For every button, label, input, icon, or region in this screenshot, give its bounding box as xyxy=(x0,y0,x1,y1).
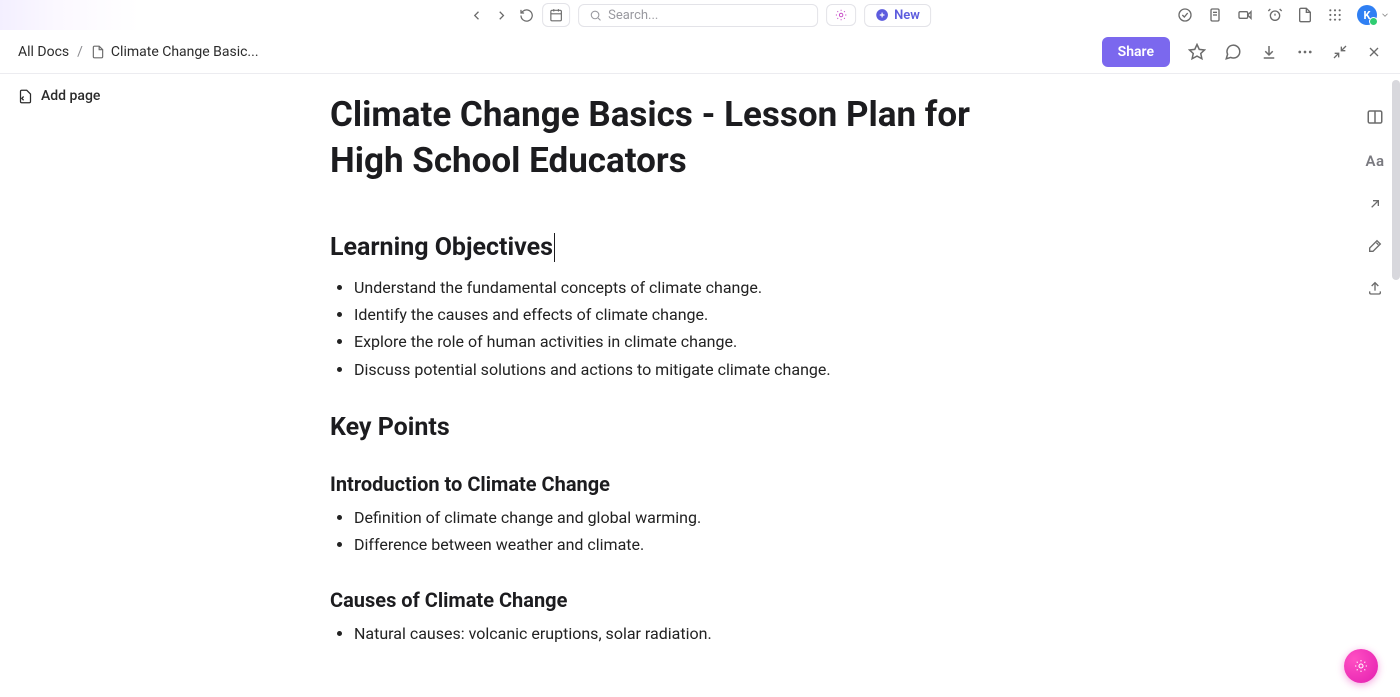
list-item[interactable]: Discuss potential solutions and actions … xyxy=(354,356,990,383)
list-item[interactable]: Understand the fundamental concepts of c… xyxy=(354,274,990,301)
apps-grid-icon[interactable] xyxy=(1327,7,1343,23)
top-center-controls: Search... New xyxy=(469,3,931,27)
search-icon xyxy=(589,9,602,22)
font-style-button[interactable]: Aa xyxy=(1365,152,1384,170)
notepad-icon[interactable] xyxy=(1207,7,1223,23)
search-input[interactable]: Search... xyxy=(578,4,818,27)
share-button-label: Share xyxy=(1118,44,1154,60)
alarm-icon[interactable] xyxy=(1267,7,1283,23)
list-item[interactable]: Definition of climate change and global … xyxy=(354,504,990,531)
new-button[interactable]: New xyxy=(864,4,931,27)
breadcrumb: All Docs / Climate Change Basic... xyxy=(18,44,259,60)
layout-icon[interactable] xyxy=(1366,108,1384,126)
download-icon[interactable] xyxy=(1260,43,1278,61)
sub-right-controls: Share xyxy=(1102,37,1382,67)
breadcrumb-root[interactable]: All Docs xyxy=(18,44,69,60)
new-button-label: New xyxy=(894,8,920,23)
app-top-bar: Search... New K xyxy=(0,0,1400,30)
list-item[interactable]: Natural causes: volcanic eruptions, sola… xyxy=(354,620,990,647)
calendar-icon[interactable] xyxy=(542,3,570,27)
chevron-down-icon[interactable] xyxy=(1380,10,1390,20)
main-area: Add page Climate Change Basics - Lesson … xyxy=(0,74,1400,697)
avatar[interactable]: K xyxy=(1357,5,1377,25)
star-icon[interactable] xyxy=(1188,43,1206,61)
close-icon[interactable] xyxy=(1366,44,1382,60)
avatar-initial: K xyxy=(1364,9,1371,22)
document-content: Climate Change Basics - Lesson Plan for … xyxy=(330,92,990,647)
ai-button[interactable] xyxy=(826,4,856,26)
back-icon[interactable] xyxy=(469,8,484,23)
document-icon xyxy=(91,45,105,59)
wand-icon[interactable] xyxy=(1367,238,1383,254)
doc-icon[interactable] xyxy=(1297,7,1313,23)
upload-icon[interactable] xyxy=(1367,280,1383,296)
list-intro: Definition of climate change and global … xyxy=(330,504,990,558)
document-body[interactable]: Climate Change Basics - Lesson Plan for … xyxy=(240,74,1400,697)
record-icon[interactable] xyxy=(1237,7,1253,23)
heading-intro[interactable]: Introduction to Climate Change xyxy=(330,472,990,496)
more-icon[interactable] xyxy=(1296,43,1314,61)
nav-arrows xyxy=(469,8,534,23)
heading-causes[interactable]: Causes of Climate Change xyxy=(330,588,990,612)
scrollbar[interactable] xyxy=(1392,80,1400,280)
list-causes: Natural causes: volcanic eruptions, sola… xyxy=(330,620,990,647)
share-button[interactable]: Share xyxy=(1102,37,1170,67)
check-circle-icon[interactable] xyxy=(1177,7,1193,23)
breadcrumb-current[interactable]: Climate Change Basic... xyxy=(91,44,259,60)
plus-circle-icon xyxy=(875,8,889,22)
heading-key-points[interactable]: Key Points xyxy=(330,413,990,442)
ai-fab-button[interactable] xyxy=(1344,649,1378,683)
heading-learning-objectives[interactable]: Learning Objectives xyxy=(330,233,990,262)
history-icon[interactable] xyxy=(519,8,534,23)
sub-header: All Docs / Climate Change Basic... Share xyxy=(0,30,1400,74)
list-item[interactable]: Explore the role of human activities in … xyxy=(354,328,990,355)
breadcrumb-current-label: Climate Change Basic... xyxy=(111,44,259,60)
page-title[interactable]: Climate Change Basics - Lesson Plan for … xyxy=(330,92,990,183)
ai-sparkle-icon xyxy=(834,8,848,22)
add-page-label: Add page xyxy=(41,88,100,104)
list-item[interactable]: Difference between weather and climate. xyxy=(354,531,990,558)
breadcrumb-separator: / xyxy=(77,44,83,60)
add-page-button[interactable]: Add page xyxy=(18,88,222,104)
list-learning-objectives: Understand the fundamental concepts of c… xyxy=(330,274,990,383)
top-right-controls: K xyxy=(1177,5,1390,25)
search-placeholder: Search... xyxy=(608,8,658,23)
arrow-diag-icon[interactable] xyxy=(1367,196,1383,212)
list-item[interactable]: Identify the causes and effects of clima… xyxy=(354,301,990,328)
ai-fab-icon xyxy=(1353,658,1369,674)
forward-icon[interactable] xyxy=(494,8,509,23)
add-page-icon xyxy=(18,89,33,104)
comment-icon[interactable] xyxy=(1224,43,1242,61)
collapse-icon[interactable] xyxy=(1332,44,1348,60)
left-column: Add page xyxy=(0,74,240,697)
